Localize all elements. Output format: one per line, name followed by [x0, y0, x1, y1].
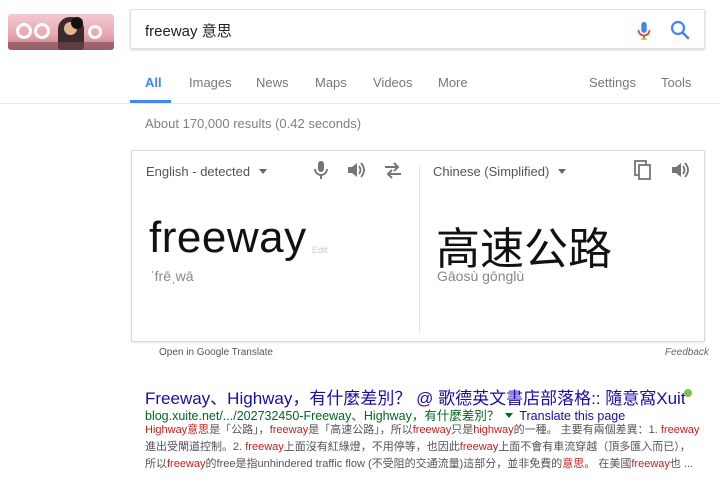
snippet-text: 也 ...: [669, 458, 694, 470]
search-icon[interactable]: [670, 20, 690, 40]
source-text[interactable]: freeway: [149, 213, 307, 263]
open-in-translate-link[interactable]: Open in Google Translate: [159, 347, 273, 358]
target-pronunciation: Gāosù gōnglù: [437, 268, 525, 284]
snippet-text: 。 在美國: [584, 458, 632, 470]
swap-languages-icon[interactable]: [382, 159, 404, 181]
snippet-text: 是「公路」，: [209, 424, 270, 436]
snippet-highlight: freeway: [269, 424, 309, 436]
snippet-highlight: freeway: [631, 458, 670, 470]
snippet-highlight: 意思: [562, 458, 585, 470]
translate-card: English - detected Chinese (Simplified) …: [131, 150, 705, 342]
snippet-highlight: freeway: [660, 424, 700, 436]
snippet-text: 只是: [451, 424, 474, 436]
speaker-icon[interactable]: [345, 159, 367, 181]
result-url: blog.xuite.net/.../202732450-Freeway、Hig…: [145, 409, 500, 423]
tab-settings[interactable]: Settings: [589, 75, 636, 90]
mic-icon[interactable]: [636, 21, 652, 41]
target-language-label: Chinese (Simplified): [433, 164, 550, 179]
snippet-highlight: freeway: [459, 441, 499, 453]
translate-divider: [419, 165, 420, 333]
snippet-text: 的free是指unhindered traffic flow (不受阻的交通流量…: [205, 458, 563, 470]
google-doodle-logo[interactable]: [8, 14, 114, 50]
snippet-text: 上面沒有紅綠燈，不用停等，也因此: [283, 441, 460, 453]
source-pronunciation: ˈfrēˌwā: [150, 268, 194, 284]
snippet-text: 的一種。 主要有兩個差異：1.: [513, 424, 661, 436]
speaker-icon[interactable]: [669, 159, 691, 181]
snippet-highlight: freeway: [245, 441, 284, 453]
doodle-letter-o: [34, 23, 50, 39]
tab-videos[interactable]: Videos: [373, 75, 413, 90]
search-input[interactable]: [145, 19, 615, 41]
url-dropdown-icon[interactable]: [505, 413, 514, 419]
tab-maps[interactable]: Maps: [315, 75, 347, 90]
snippet-highlight: Highway意思: [145, 424, 210, 436]
snippet-text: 進出受閘道控制。2.: [145, 441, 246, 453]
search-tabs: All Images News Maps Videos More Setting…: [0, 66, 720, 104]
chevron-down-icon: [558, 169, 567, 175]
tab-images[interactable]: Images: [189, 75, 232, 90]
mic-icon[interactable]: [310, 159, 332, 181]
snippet-highlight: highway: [473, 424, 514, 436]
status-dot-icon: [684, 389, 692, 397]
chevron-down-icon: [259, 169, 268, 175]
active-tab-indicator: [130, 100, 171, 103]
snippet-highlight: freeway: [167, 458, 206, 470]
tab-more[interactable]: More: [438, 75, 468, 90]
tab-tools[interactable]: Tools: [661, 75, 691, 90]
feedback-link[interactable]: Feedback: [665, 347, 709, 358]
doodle-badge: [71, 17, 83, 29]
doodle-letter-o: [16, 23, 32, 39]
snippet-highlight: freeway: [412, 424, 452, 436]
copy-icon[interactable]: [632, 159, 654, 181]
search-box[interactable]: [130, 9, 705, 49]
target-language-select[interactable]: Chinese (Simplified): [433, 164, 567, 179]
tab-news[interactable]: News: [256, 75, 289, 90]
snippet-text: 是「高速公路」，所以: [308, 424, 413, 436]
source-language-select[interactable]: English - detected: [146, 164, 268, 179]
doodle-ground: [8, 42, 114, 50]
edit-link[interactable]: Edit: [312, 245, 328, 255]
translate-page-link[interactable]: Translate this page: [519, 409, 625, 423]
result-stats: About 170,000 results (0.42 seconds): [145, 116, 362, 131]
result-snippet: Highway意思是「公路」，freeway是「高速公路」，所以freeway只…: [145, 422, 701, 473]
doodle-letter-e: [88, 25, 102, 39]
tab-all[interactable]: All: [145, 75, 162, 90]
source-language-label: English - detected: [146, 164, 251, 179]
